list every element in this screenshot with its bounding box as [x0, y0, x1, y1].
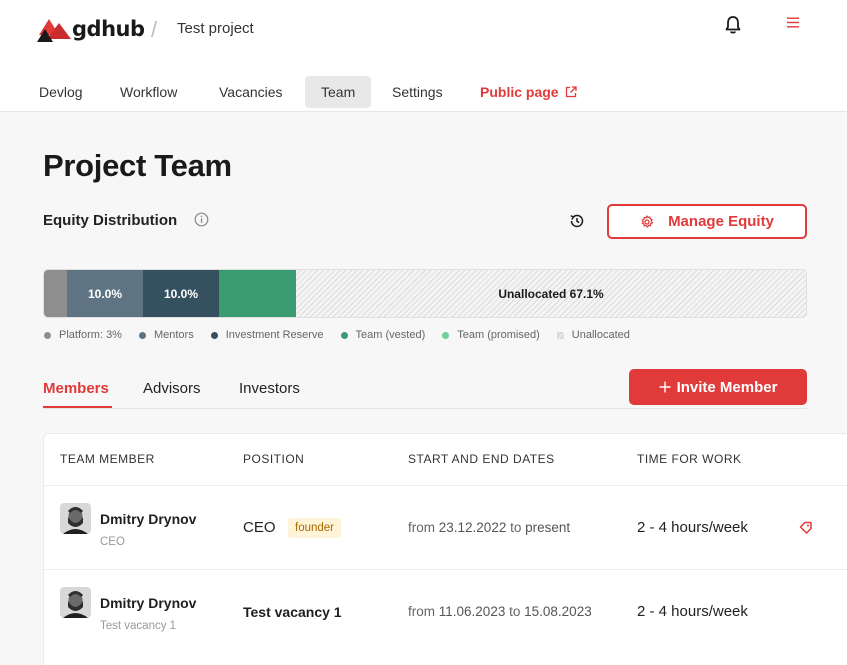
bell-icon[interactable]	[723, 15, 743, 35]
external-link-icon	[565, 86, 577, 98]
legend-item-team-vested: Team (vested)	[340, 329, 426, 341]
date-start: 11.06.2023	[438, 604, 506, 619]
sub-tab-advisors[interactable]: Advisors	[143, 380, 201, 397]
tag-icon[interactable]	[799, 521, 813, 535]
member-name[interactable]: Dmitry Drynov	[100, 511, 196, 527]
member-dates: from 11.06.2023 to 15.08.2023	[408, 604, 592, 619]
table-row[interactable]: Dmitry Drynov Test vacancy 1 Test vacanc…	[44, 569, 847, 653]
invite-member-label: Invite Member	[676, 378, 778, 396]
hamburger-menu-icon[interactable]	[787, 17, 799, 28]
gear-icon	[641, 214, 654, 228]
column-header-team-member: TEAM MEMBER	[60, 452, 155, 466]
member-position: Test vacancy 1	[243, 604, 342, 620]
date-start: 23.12.2022	[438, 520, 507, 535]
equity-segment-team-vested[interactable]	[219, 270, 296, 317]
date-from-word: from	[408, 604, 435, 619]
date-from-word: from	[408, 520, 435, 535]
date-end: present	[525, 520, 571, 535]
tab-public-page[interactable]: Public page	[464, 76, 593, 108]
invite-member-button[interactable]: Invite Member	[629, 369, 807, 405]
top-header: gdhub / Test project Devlog Workflow Vac…	[0, 0, 847, 112]
equity-distribution-heading: Equity Distribution	[43, 212, 178, 229]
member-time-for-work: 2 - 4 hours/week	[637, 519, 748, 536]
equity-legend: Platform: 3% Mentors Investment Reserve …	[44, 329, 647, 341]
member-role: CEO	[100, 536, 125, 548]
legend-dot	[556, 331, 564, 339]
equity-segment-platform[interactable]	[44, 270, 67, 317]
legend-label: Team (promised)	[457, 329, 540, 341]
page-title: Project Team	[43, 148, 232, 183]
legend-label: Mentors	[153, 329, 194, 341]
logo-text: gdhub	[72, 17, 145, 41]
active-tab-underline	[43, 406, 112, 408]
member-time-for-work: 2 - 4 hours/week	[637, 603, 748, 620]
plus-icon	[659, 381, 671, 393]
legend-dot	[138, 331, 146, 339]
team-members-table: TEAM MEMBER POSITION START AND END DATES…	[43, 433, 847, 665]
legend-label: Investment Reserve	[225, 329, 324, 341]
tab-team[interactable]: Team	[305, 76, 372, 108]
member-name[interactable]: Dmitry Drynov	[100, 595, 196, 611]
tab-vacancies[interactable]: Vacancies	[203, 76, 299, 108]
column-header-position: POSITION	[243, 452, 305, 466]
legend-dot	[442, 331, 450, 339]
avatar-photo-icon	[60, 587, 91, 618]
legend-item-investment-reserve: Investment Reserve	[210, 329, 324, 341]
date-end: 15.08.2023	[524, 604, 592, 619]
legend-item-team-promised: Team (promised)	[442, 329, 540, 341]
member-role: Test vacancy 1	[100, 620, 177, 632]
legend-dot	[44, 331, 51, 339]
sub-tab-investors[interactable]: Investors	[239, 380, 300, 397]
avatar[interactable]	[60, 503, 91, 534]
avatar-photo-icon	[60, 503, 91, 534]
legend-label: Unallocated	[571, 329, 630, 341]
legend-label: Team (vested)	[355, 329, 426, 341]
sub-tab-members[interactable]: Members	[43, 380, 109, 397]
history-icon[interactable]	[568, 212, 586, 230]
table-row[interactable]: Dmitry Drynov CEO CEO founder from 23.12…	[44, 485, 847, 569]
equity-segment-investment-reserve[interactable]: 10.0%	[143, 270, 219, 317]
gdhub-logo[interactable]: gdhub	[37, 15, 145, 43]
equity-segment-mentors[interactable]: 10.0%	[67, 270, 143, 317]
legend-dot	[210, 331, 218, 339]
breadcrumb-separator: /	[151, 17, 158, 42]
info-icon[interactable]	[194, 212, 209, 227]
legend-item-mentors: Mentors	[138, 329, 194, 341]
tab-settings[interactable]: Settings	[376, 76, 459, 108]
tab-workflow[interactable]: Workflow	[104, 76, 193, 108]
member-position: CEO	[243, 519, 276, 536]
date-to-word: to	[510, 520, 522, 535]
legend-item-unallocated: Unallocated	[556, 329, 630, 341]
equity-distribution-bar: 10.0% 10.0% Unallocated 67.1%	[43, 269, 807, 318]
column-header-time-for-work: TIME FOR WORK	[637, 452, 742, 466]
legend-dot	[340, 331, 348, 339]
tab-devlog[interactable]: Devlog	[23, 76, 99, 108]
tab-public-page-label: Public page	[480, 84, 559, 100]
column-header-dates: START AND END DATES	[408, 452, 555, 466]
avatar[interactable]	[60, 587, 91, 618]
date-to-word: to	[509, 604, 521, 619]
logo-mark-icon	[37, 19, 71, 42]
equity-segment-unallocated[interactable]: Unallocated 67.1%	[296, 270, 806, 317]
manage-equity-button[interactable]: Manage Equity	[607, 204, 807, 239]
manage-equity-label: Manage Equity	[668, 213, 774, 230]
founder-badge: founder	[288, 518, 342, 538]
member-dates: from 23.12.2022 to present	[408, 520, 570, 535]
legend-label: Platform: 3%	[59, 329, 122, 341]
legend-item-platform: Platform: 3%	[44, 329, 122, 341]
breadcrumb-project-name[interactable]: Test project	[177, 20, 254, 37]
